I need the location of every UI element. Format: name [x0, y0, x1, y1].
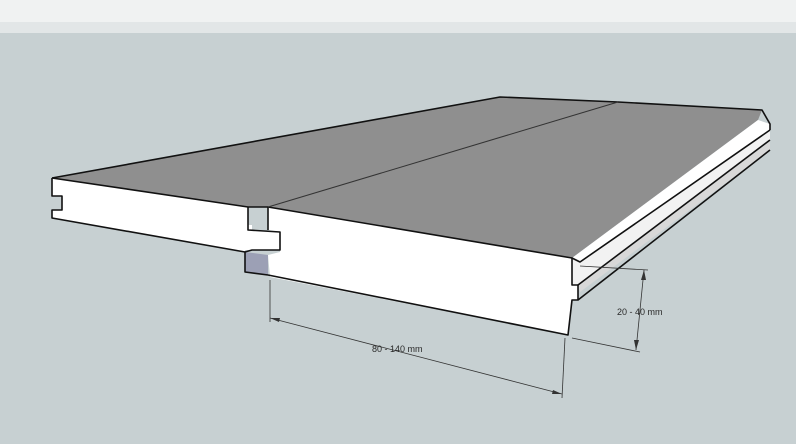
- thickness-dimension-label: 20 - 40 mm: [617, 307, 663, 317]
- joint-tongue-block: [248, 230, 280, 250]
- board-left-tongue-shadow: [245, 252, 268, 275]
- width-dimension-label: 80 - 140 mm: [372, 344, 423, 354]
- floorboard-diagram: 80 - 140 mm 20 - 40 mm: [0, 0, 796, 399]
- sky-gradient: [0, 22, 796, 33]
